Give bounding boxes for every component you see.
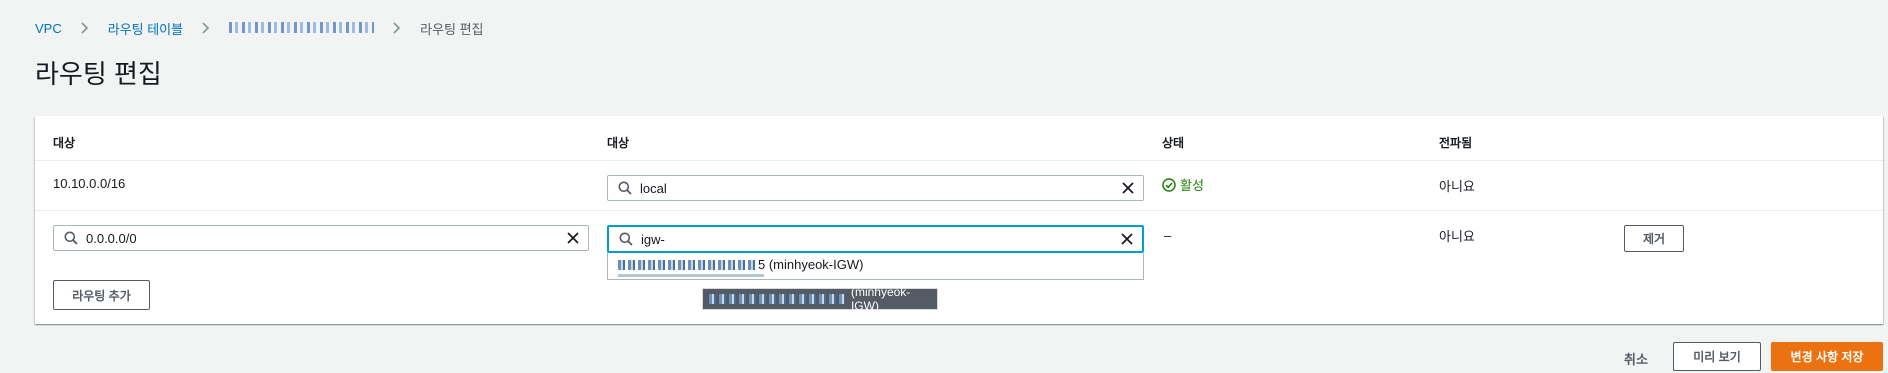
row2-status: – — [1164, 228, 1172, 243]
redacted-route-table-id — [229, 21, 375, 33]
row1-target-input[interactable]: local — [607, 175, 1144, 201]
row2-destination-input[interactable]: 0.0.0.0/0 — [53, 225, 589, 251]
breadcrumb-route-table-id[interactable] — [229, 21, 375, 36]
chevron-right-icon — [183, 22, 229, 34]
row2-target-input[interactable]: igw- — [607, 225, 1144, 253]
redacted-igw-id — [618, 259, 758, 270]
search-icon — [618, 181, 632, 195]
suggestion-tooltip: (minhyeok-IGW) — [702, 285, 938, 313]
row2-destination-value: 0.0.0.0/0 — [86, 230, 137, 246]
column-header-status: 상태 — [1162, 136, 1185, 150]
row2-target-value: igw- — [641, 231, 665, 247]
breadcrumb-route-tables[interactable]: 라우팅 테이블 — [108, 19, 183, 38]
remove-route-button[interactable]: 제거 — [1624, 225, 1684, 252]
row1-destination: 10.10.0.0/16 — [53, 176, 126, 191]
redacted-igw-id — [709, 294, 845, 304]
clear-icon[interactable] — [1121, 181, 1135, 195]
column-header-propagated: 전파됨 — [1439, 136, 1473, 150]
page-title: 라우팅 편집 — [35, 59, 162, 89]
row1-propagated: 아니요 — [1439, 179, 1475, 194]
header-divider — [35, 160, 1883, 161]
breadcrumb-current: 라우팅 편집 — [420, 21, 484, 37]
clear-icon[interactable] — [566, 231, 580, 245]
row1-status: 활성 — [1162, 175, 1204, 194]
row2-propagated: 아니요 — [1439, 229, 1475, 244]
tooltip-label: (minhyeok-IGW) — [850, 285, 911, 313]
target-suggestion-dropdown: 5 (minhyeok-IGW) — [607, 253, 1144, 280]
cancel-button[interactable]: 취소 — [1624, 349, 1648, 368]
suggestion-option[interactable]: 5 (minhyeok-IGW) — [618, 257, 863, 272]
preview-button[interactable]: 미리 보기 — [1673, 342, 1761, 371]
save-changes-button[interactable]: 변경 사항 저장 — [1771, 342, 1883, 371]
routes-panel — [35, 116, 1883, 324]
breadcrumb: VPC 라우팅 테이블 라우팅 편집 — [35, 19, 484, 37]
column-header-target: 대상 — [607, 136, 630, 150]
breadcrumb-vpc[interactable]: VPC — [35, 21, 62, 36]
chevron-right-icon — [374, 22, 420, 34]
status-success-icon — [1162, 177, 1176, 192]
add-route-button[interactable]: 라우팅 추가 — [53, 280, 150, 310]
chevron-right-icon — [62, 22, 108, 34]
suggestion-option-label: 5 (minhyeok-IGW) — [758, 257, 864, 272]
clear-icon[interactable] — [1120, 232, 1134, 246]
column-header-destination: 대상 — [53, 136, 76, 150]
row1-target-value: local — [640, 180, 667, 196]
search-icon — [64, 231, 78, 245]
row-divider — [35, 210, 1883, 211]
row1-status-label: 활성 — [1180, 178, 1204, 193]
search-icon — [619, 232, 633, 246]
suggestion-highlight — [618, 274, 764, 277]
